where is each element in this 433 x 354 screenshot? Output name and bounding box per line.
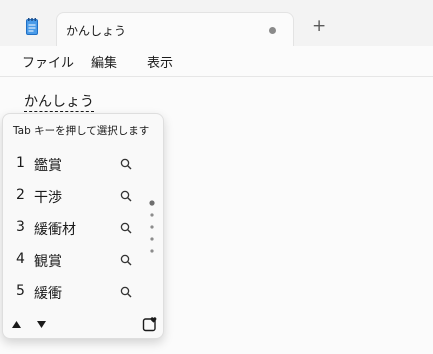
candidate-word: 緩衝材 [34,222,76,238]
search-icon[interactable] [120,286,132,298]
candidate-number: 5 [16,283,25,299]
candidate-item[interactable]: 1 鑑賞 [3,148,148,180]
tab-title: かんしょう [66,24,127,38]
heart-box-icon[interactable] [142,316,158,332]
title-bar: かんしょう + [0,0,433,46]
notepad-icon [26,18,38,35]
triangle-up-icon[interactable] [12,321,21,328]
menu-edit[interactable]: 編集 [91,52,117,71]
document-tab[interactable]: かんしょう [56,12,294,46]
candidate-number: 2 [16,187,25,203]
menu-file[interactable]: ファイル [22,52,74,71]
candidate-item[interactable]: 3 緩衝材 [3,212,148,244]
triangle-down-icon[interactable] [37,321,46,328]
menu-bar: ファイル 編集 表示 [0,46,433,77]
ime-hint-text: Tab キーを押して選択します [13,125,150,137]
new-tab-button[interactable]: + [312,17,326,35]
unsaved-dot-icon[interactable] [269,27,276,34]
candidate-item[interactable]: 4 観賞 [3,244,148,276]
search-icon[interactable] [120,222,132,234]
search-icon[interactable] [120,158,132,170]
candidate-item[interactable]: 5 緩衝 [3,276,148,308]
candidate-number: 1 [16,155,25,171]
candidate-word: 観賞 [34,254,62,270]
candidate-word: 緩衝 [34,286,62,302]
candidate-item[interactable]: 2 干渉 [3,180,148,212]
candidate-word: 鑑賞 [34,158,62,174]
ime-candidate-window: Tab キーを押して選択します 1 鑑賞 2 干渉 3 緩衝材 4 観賞 5 緩… [2,113,164,339]
menu-view[interactable]: 表示 [147,52,173,71]
candidate-number: 4 [16,251,25,267]
candidate-scroll-indicator[interactable] [149,200,155,256]
candidate-number: 3 [16,219,25,235]
candidate-word: 干渉 [34,190,62,206]
search-icon[interactable] [120,254,132,266]
search-icon[interactable] [120,190,132,202]
ime-composition-text: かんしょう [24,94,94,112]
